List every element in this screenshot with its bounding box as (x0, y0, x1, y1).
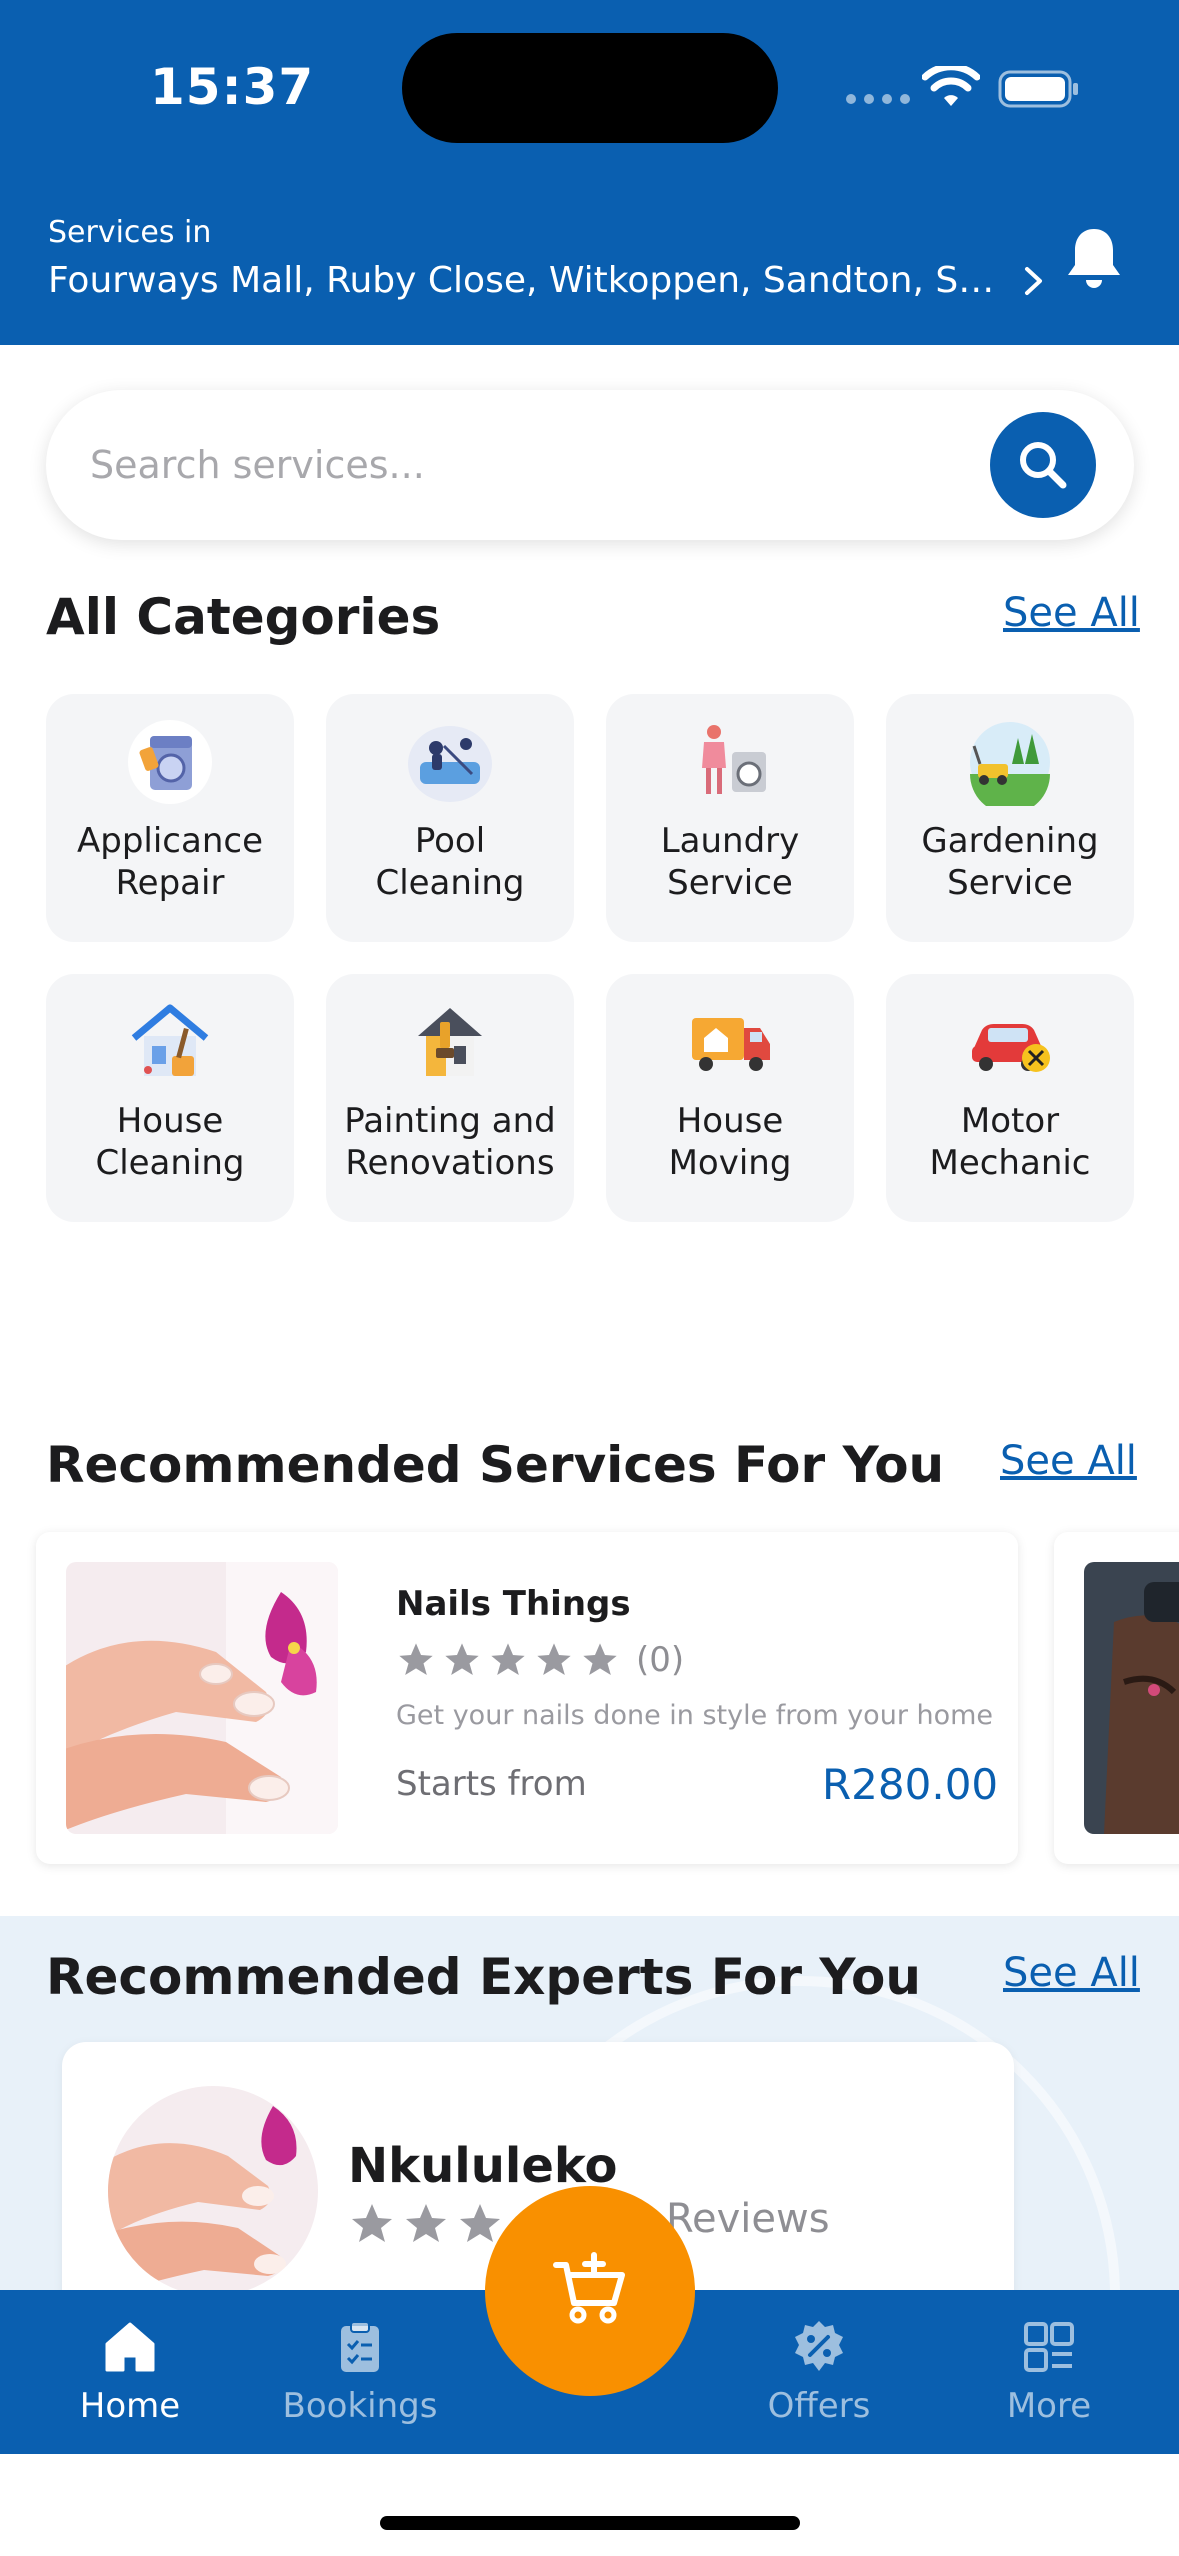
home-icon (105, 2322, 155, 2372)
cart-button[interactable] (485, 2186, 695, 2396)
search-bar (46, 390, 1134, 540)
category-laundry-service[interactable]: Laundry Service (606, 694, 854, 942)
service-image (66, 1562, 338, 1834)
search-button[interactable] (990, 412, 1096, 518)
category-label: House Cleaning (95, 1101, 245, 1183)
chevron-right-icon (1025, 266, 1042, 295)
category-appliance-repair[interactable]: Applicance Repair (46, 694, 294, 942)
tab-home[interactable]: Home (30, 2318, 230, 2426)
category-painting-renovations[interactable]: Painting and Renovations (326, 974, 574, 1222)
service-card-peek[interactable] (1054, 1532, 1179, 1864)
notification-bell-icon[interactable] (1064, 225, 1124, 293)
recommended-services-title: Recommended Services For You (46, 1436, 945, 1494)
expert-reviews-label: Reviews (666, 2196, 830, 2242)
category-label: Painting and Renovations (344, 1101, 556, 1183)
services-see-all-link[interactable]: See All (1000, 1438, 1137, 1484)
search-input[interactable] (90, 435, 950, 495)
services-in-label: Services in (48, 215, 212, 250)
star-icon (399, 1643, 433, 1675)
category-label: Pool Cleaning (375, 821, 525, 903)
category-label: Laundry Service (660, 821, 800, 903)
category-gardening-service[interactable]: Gardening Service (886, 694, 1134, 942)
category-house-moving[interactable]: House Moving (606, 974, 854, 1222)
cart-add-icon (553, 2252, 625, 2324)
star-icon (445, 1643, 479, 1675)
service-price: R280.00 (822, 1760, 999, 1809)
star-icon (583, 1643, 617, 1675)
wifi-icon (922, 66, 980, 106)
tab-bookings[interactable]: Bookings (260, 2318, 460, 2426)
expert-avatar (108, 2086, 318, 2296)
service-card[interactable]: Nails Things (0) Get your nails done in … (36, 1532, 1018, 1864)
home-indicator[interactable] (380, 2516, 800, 2530)
category-label: Gardening Service (921, 821, 1099, 903)
discount-badge-icon (795, 2321, 843, 2371)
star-icon (406, 2204, 446, 2242)
category-pool-cleaning[interactable]: Pool Cleaning (326, 694, 574, 942)
house-cleaning-icon (131, 1004, 209, 1076)
categories-grid: Applicance Repair Pool Cleaning Laundry … (46, 694, 1134, 1222)
categories-see-all-link[interactable]: See All (1003, 590, 1140, 636)
category-label: Motor Mechanic (929, 1101, 1091, 1183)
battery-icon (998, 70, 1078, 108)
dynamic-island (402, 33, 778, 143)
tab-label: Bookings (282, 2386, 438, 2426)
service-description: Get your nails done in style from your h… (396, 1700, 994, 1731)
category-label: Applicance Repair (76, 821, 263, 903)
star-icon (491, 1643, 525, 1675)
laundry-service-icon (702, 725, 766, 794)
category-house-cleaning[interactable]: House Cleaning (46, 974, 294, 1222)
cellular-signal-icon (846, 94, 910, 104)
tab-label: Home (79, 2386, 181, 2426)
search-icon (1020, 442, 1067, 489)
gardening-service-icon (970, 722, 1050, 806)
service-rating-stars (396, 1640, 620, 1680)
star-icon (537, 1643, 571, 1675)
home-indicator-area (0, 2454, 1179, 2556)
location-selector[interactable]: Fourways Mall, Ruby Close, Witkoppen, Sa… (48, 260, 1058, 301)
tab-label: Offers (767, 2386, 871, 2426)
clipboard-icon (341, 2321, 379, 2372)
service-review-count: (0) (636, 1640, 685, 1680)
tab-label: More (1006, 2386, 1092, 2426)
house-moving-icon (692, 1018, 770, 1071)
category-motor-mechanic[interactable]: Motor Mechanic (886, 974, 1134, 1222)
expert-rating-stars (348, 2200, 504, 2248)
grid-icon (1024, 2322, 1074, 2372)
painting-renovations-icon (418, 1008, 482, 1076)
all-categories-title: All Categories (46, 588, 441, 646)
tab-more[interactable]: More (949, 2318, 1149, 2426)
tab-offers[interactable]: Offers (719, 2318, 919, 2426)
pool-cleaning-icon (408, 726, 492, 802)
star-icon (352, 2204, 392, 2242)
service-starts-from-label: Starts from (396, 1764, 587, 1804)
category-label: House Moving (668, 1101, 792, 1183)
appliance-repair-icon (128, 720, 212, 804)
service-image (1084, 1562, 1179, 1834)
expert-name: Nkululeko (348, 2138, 618, 2194)
service-name: Nails Things (396, 1584, 631, 1624)
location-text: Fourways Mall, Ruby Close, Witkoppen, Sa… (48, 260, 1008, 301)
motor-mechanic-icon (972, 1024, 1050, 1072)
status-time: 15:37 (150, 58, 315, 116)
experts-see-all-link[interactable]: See All (1003, 1950, 1140, 1996)
recommended-experts-title: Recommended Experts For You (46, 1948, 921, 2006)
